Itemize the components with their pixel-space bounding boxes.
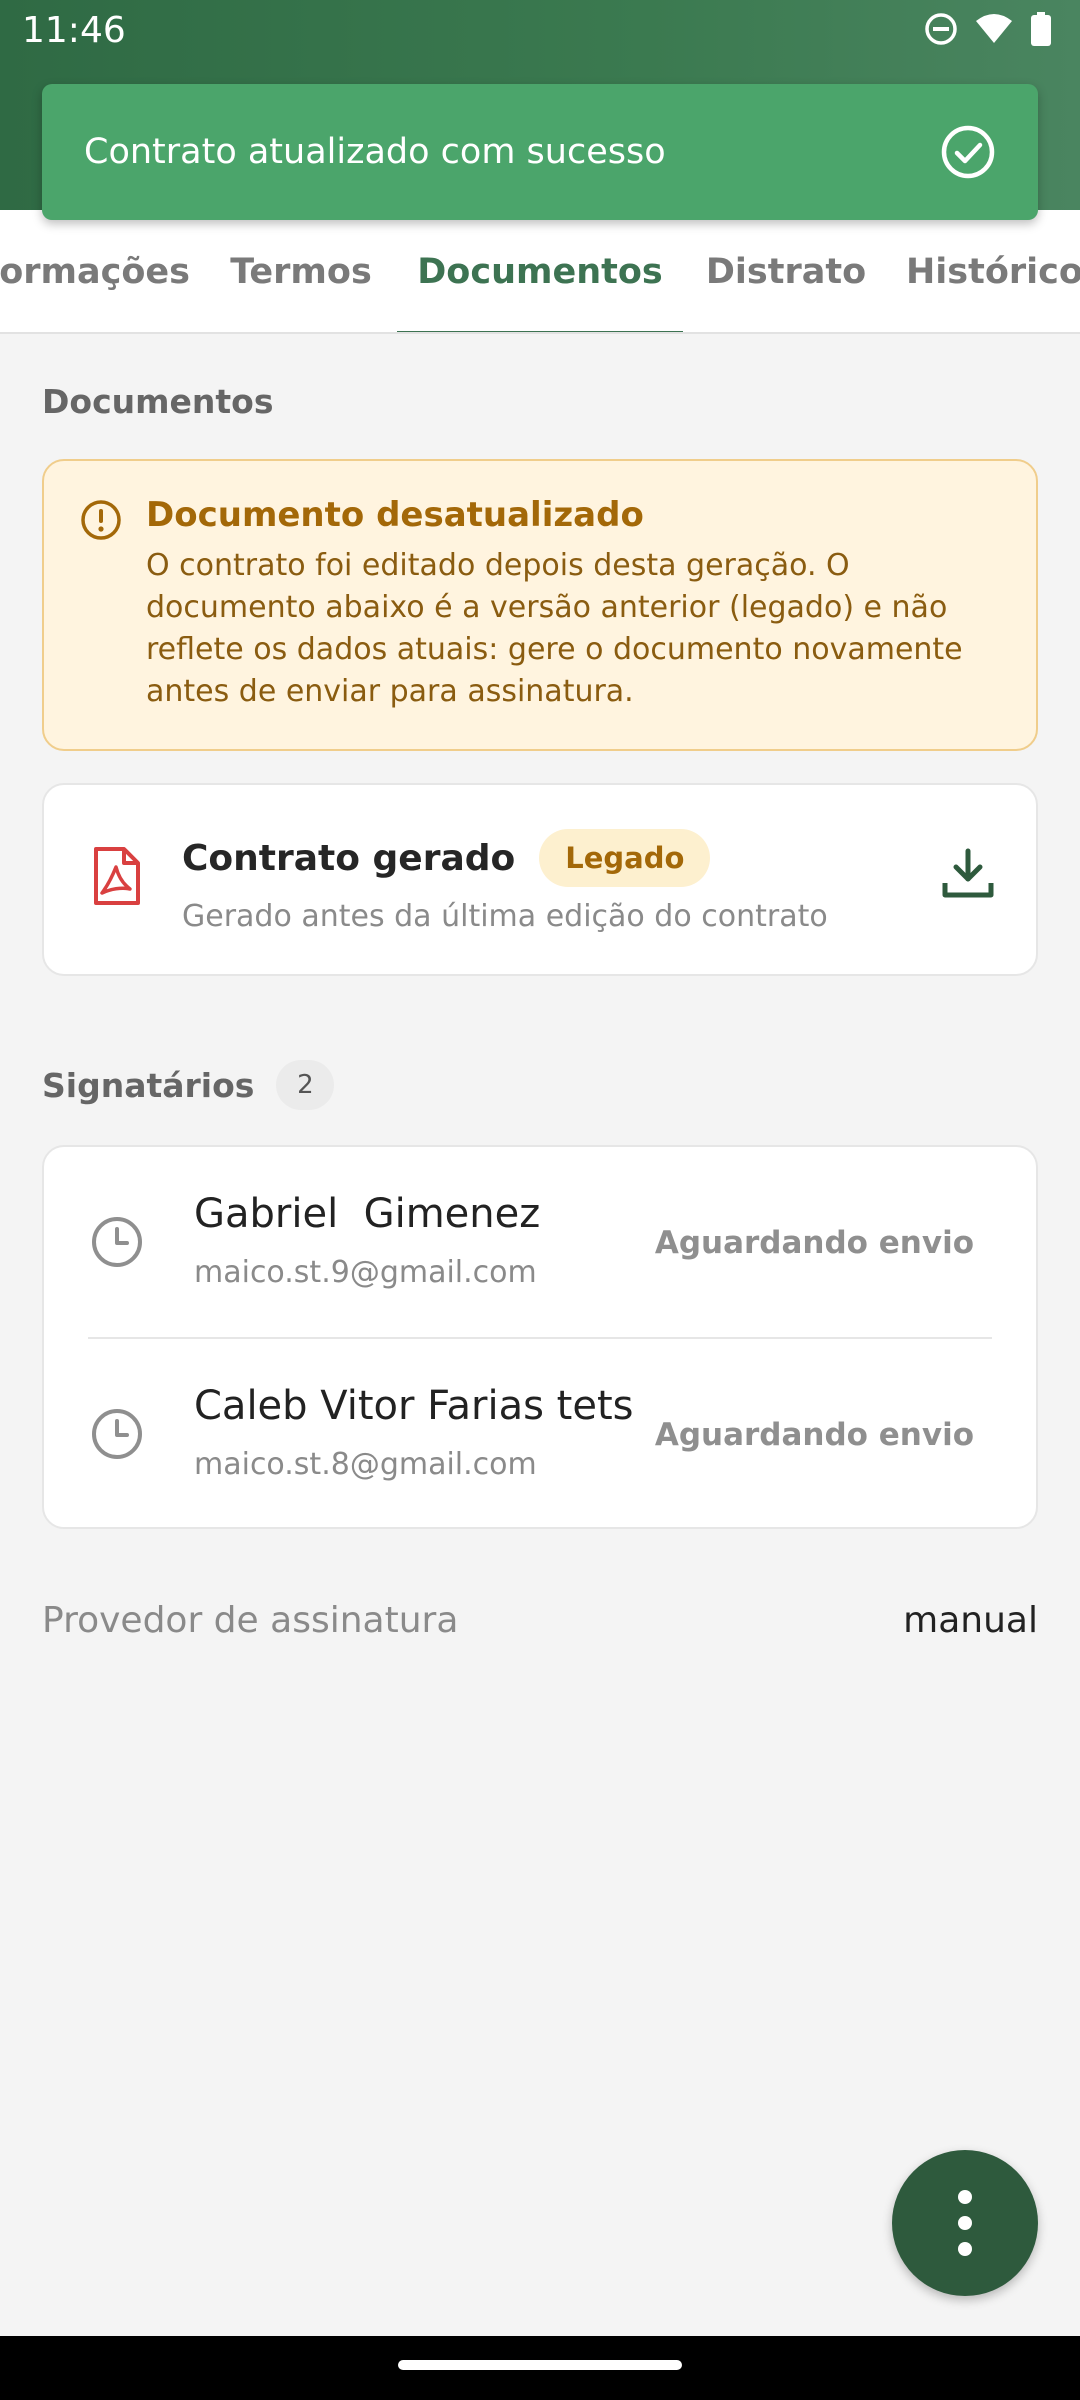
outdated-warning: Documento desatualizado O contrato foi e… [42, 459, 1038, 751]
tab-distrato[interactable]: Distrato [700, 210, 872, 332]
status-bar: 11:46 [0, 0, 1080, 64]
more-actions-button[interactable] [892, 2150, 1038, 2296]
signature-provider-row: Provedor de assinatura manual [42, 1600, 1038, 1641]
signatory-status: Aguardando envio [654, 1225, 974, 1261]
generated-document-card: Contrato gerado Legado Gerado antes da ú… [42, 783, 1038, 976]
wifi-icon [976, 14, 1012, 43]
alert-circle-icon [81, 500, 121, 540]
tab-bar: formações Termos Documentos Distrato His… [0, 210, 1080, 334]
more-vertical-icon-dot [958, 2216, 972, 2230]
download-icon[interactable] [940, 845, 996, 901]
success-toast: Contrato atualizado com sucesso [42, 84, 1038, 220]
document-title-row: Contrato gerado Legado [182, 829, 711, 887]
warning-title: Documento desatualizado [146, 495, 644, 535]
signatory-status: Aguardando envio [654, 1417, 974, 1453]
signatory-email: maico.st.9@gmail.com [194, 1255, 537, 1290]
signatory-row[interactable]: Caleb Vitor Farias tets maico.st.8@gmail… [44, 1339, 1036, 1529]
signatory-row[interactable]: Gabriel Gimenez maico.st.9@gmail.com Agu… [44, 1147, 1036, 1339]
clock-icon [92, 1217, 142, 1267]
signatory-name: Caleb Vitor Farias tets [194, 1383, 634, 1429]
status-time: 11:46 [22, 10, 126, 51]
document-title: Contrato gerado [182, 837, 516, 879]
tab-informacoes[interactable]: formações [0, 210, 190, 332]
legacy-badge: Legado [539, 829, 711, 887]
check-circle-icon [941, 125, 995, 179]
signatories-header: Signatários 2 [42, 1060, 335, 1110]
tab-historico[interactable]: Histórico [906, 210, 1080, 332]
signatories-count-badge: 2 [276, 1060, 335, 1110]
pdf-icon [94, 847, 140, 905]
tab-documentos[interactable]: Documentos [397, 210, 683, 332]
provider-label: Provedor de assinatura [42, 1600, 459, 1641]
tab-termos[interactable]: Termos [222, 210, 380, 332]
do-not-disturb-icon [925, 13, 957, 45]
signatories-list: Gabriel Gimenez maico.st.9@gmail.com Agu… [42, 1145, 1038, 1529]
battery-icon [1031, 12, 1051, 46]
provider-value: manual [903, 1600, 1038, 1641]
status-icons [924, 12, 1052, 46]
clock-icon [92, 1409, 142, 1459]
home-gesture-handle[interactable] [398, 2360, 682, 2370]
more-vertical-icon [958, 2190, 972, 2204]
document-subtitle: Gerado antes da última edição do contrat… [182, 899, 828, 934]
warning-body: O contrato foi editado depois desta gera… [146, 548, 963, 709]
more-vertical-icon-dot [958, 2242, 972, 2256]
signatories-title: Signatários [42, 1065, 255, 1105]
signatory-email: maico.st.8@gmail.com [194, 1447, 537, 1482]
signatory-name: Gabriel Gimenez [194, 1191, 541, 1237]
documents-section-title: Documentos [42, 382, 274, 421]
system-navigation-bar [0, 2336, 1080, 2400]
toast-message: Contrato atualizado com sucesso [84, 132, 666, 172]
